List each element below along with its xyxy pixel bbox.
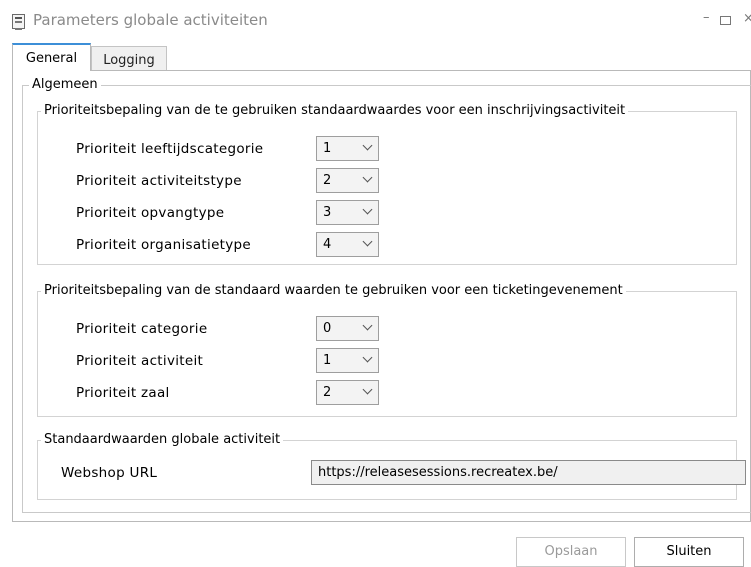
label-organisatietype: Prioriteit organisatietype: [76, 237, 252, 253]
group-inschrijving-title: Prioriteitsbepaling van de te gebruiken …: [41, 103, 629, 118]
label-opvangtype: Prioriteit opvangtype: [76, 205, 225, 221]
chevron-down-icon: [362, 140, 373, 151]
chevron-down-icon: [362, 384, 373, 395]
webshop-url-value: https://releasesessions.recreatex.be/: [318, 465, 558, 480]
select-leeftijdscategorie[interactable]: 1: [316, 136, 379, 161]
group-standaardwaarden: Standaardwaarden globale activiteit Webs…: [37, 432, 746, 500]
label-leeftijdscategorie: Prioriteit leeftijdscategorie: [76, 141, 264, 157]
tab-logging[interactable]: Logging: [91, 46, 167, 72]
select-activiteitstype[interactable]: 2: [316, 168, 379, 193]
group-ticketing-title: Prioriteitsbepaling van de standaard waa…: [41, 283, 626, 298]
select-value: 4: [323, 237, 332, 252]
group-ticketing: Prioriteitsbepaling van de standaard waa…: [37, 283, 737, 417]
group-algemeen: Algemeen Prioriteitsbepaling van de te g…: [22, 77, 751, 513]
group-algemeen-title: Algemeen: [29, 77, 101, 92]
window-title: Parameters globale activiteiten: [33, 11, 268, 29]
select-value: 1: [323, 141, 332, 156]
tab-general[interactable]: General: [12, 43, 91, 71]
chevron-down-icon: [362, 352, 373, 363]
select-organisatietype[interactable]: 4: [316, 232, 379, 257]
label-zaal: Prioriteit zaal: [76, 385, 170, 401]
title-bar: Parameters globale activiteiten – ×: [0, 0, 751, 40]
minimize-button[interactable]: –: [703, 10, 710, 25]
select-activiteit[interactable]: 1: [316, 348, 379, 373]
group-standaardwaarden-title: Standaardwaarden globale activiteit: [41, 432, 284, 447]
select-categorie[interactable]: 0: [316, 316, 379, 341]
group-inschrijving: Prioriteitsbepaling van de te gebruiken …: [37, 103, 737, 265]
label-activiteit: Prioriteit activiteit: [76, 353, 204, 369]
select-opvangtype[interactable]: 3: [316, 200, 379, 225]
select-value: 2: [323, 385, 332, 400]
select-value: 3: [323, 205, 332, 220]
chevron-down-icon: [362, 320, 373, 331]
label-webshop-url: Webshop URL: [61, 465, 158, 481]
app-window-icon: [12, 14, 25, 30]
webshop-url-input[interactable]: https://releasesessions.recreatex.be/: [311, 460, 746, 485]
select-value: 0: [323, 321, 332, 336]
chevron-down-icon: [362, 172, 373, 183]
close-window-button[interactable]: ×: [743, 11, 751, 26]
maximize-button[interactable]: [720, 16, 731, 25]
tab-panel-general: Algemeen Prioriteitsbepaling van de te g…: [12, 70, 751, 522]
close-button[interactable]: Sluiten: [634, 537, 744, 567]
select-value: 1: [323, 353, 332, 368]
select-zaal[interactable]: 2: [316, 380, 379, 405]
chevron-down-icon: [362, 236, 373, 247]
select-value: 2: [323, 173, 332, 188]
label-activiteitstype: Prioriteit activiteitstype: [76, 173, 242, 189]
label-categorie: Prioriteit categorie: [76, 321, 208, 337]
save-button[interactable]: Opslaan: [516, 537, 626, 567]
chevron-down-icon: [362, 204, 373, 215]
